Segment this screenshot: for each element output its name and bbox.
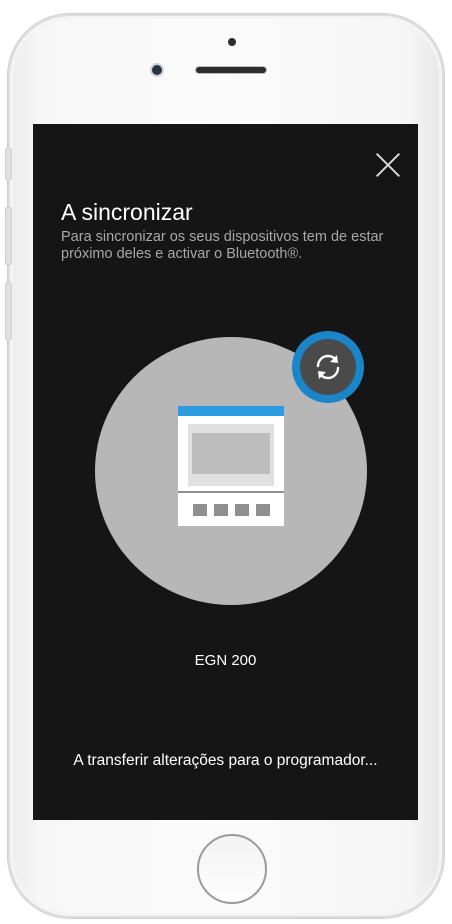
front-camera bbox=[152, 65, 162, 75]
timer-device-icon bbox=[178, 406, 284, 526]
close-icon[interactable] bbox=[375, 152, 401, 178]
app-screen: A sincronizar Para sincronizar os seus d… bbox=[33, 124, 418, 820]
page-subtitle: Para sincronizar os seus dispositivos te… bbox=[61, 229, 384, 262]
sync-button[interactable] bbox=[292, 331, 364, 403]
phone-side-button bbox=[5, 148, 12, 180]
phone-volume-down-button bbox=[5, 282, 12, 340]
device-name-label: EGN 200 bbox=[194, 652, 257, 669]
home-button[interactable] bbox=[197, 834, 267, 904]
sync-badge-inner bbox=[300, 339, 356, 395]
transfer-status-text: A transferir alterações para o programad… bbox=[73, 752, 378, 769]
sync-icon bbox=[316, 354, 340, 380]
page: A sincronizar Para sincronizar os seus d… bbox=[0, 0, 452, 924]
phone-volume-up-button bbox=[5, 207, 12, 265]
page-title: A sincronizar bbox=[61, 199, 193, 225]
earpiece-speaker bbox=[196, 67, 266, 73]
front-sensor bbox=[228, 38, 236, 46]
